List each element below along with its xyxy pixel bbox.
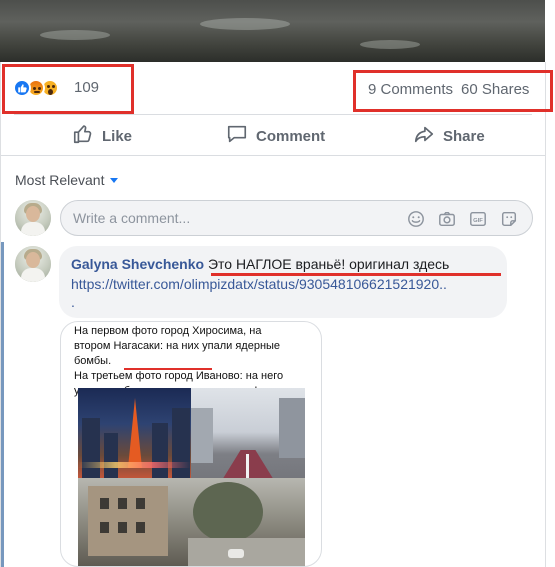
caption-line: бомбы. [74,355,112,367]
comment-bubble: Galyna Shevchenko Это НАГЛОЕ враньё! ори… [59,246,507,318]
caption-line: На третьем фото город Иваново: на него [74,370,284,382]
emoji-icon[interactable] [406,209,425,228]
comment-sort-dropdown[interactable]: Most Relevant [15,172,119,188]
svg-text:GIF: GIF [473,218,483,224]
photo-collage [78,388,305,566]
comment-text: Это НАГЛОЕ враньё! оригинал здесь [207,256,450,272]
comment-input[interactable] [73,201,393,235]
like-icon [13,79,31,97]
stats-highlight-box: 9 Comments 60 Shares [353,70,553,112]
avatar[interactable] [15,200,51,236]
share-label: Share [443,127,485,145]
comment-button[interactable]: Comment [226,123,325,149]
caption-line: втором Нагасаки: на них упали ядерные [74,340,281,352]
comment-label: Comment [256,127,326,145]
card-border [545,62,546,567]
camera-icon[interactable] [437,209,456,228]
comment-link[interactable]: https://twitter.com/olimpizdatx/status/9… [71,276,447,292]
comment-icon [226,123,248,149]
photo-old-town [78,478,305,566]
shares-count[interactable]: 60 Shares [461,81,529,98]
comments-count[interactable]: 9 Comments [368,81,453,98]
red-underline-annotation [124,368,212,370]
like-label: Like [102,127,133,145]
comment-input-box[interactable]: GIF [60,200,533,236]
comment-author-avatar[interactable] [15,246,51,282]
comments-section: Most Relevant GIF Galyna Shevchenko [1,155,545,567]
post-photo[interactable] [0,0,545,62]
comment-attached-image[interactable]: На первом фото город Хиросима, на втором… [60,321,322,567]
reaction-count[interactable]: 109 [74,79,99,96]
like-button[interactable]: Like [72,123,132,149]
share-button[interactable]: Share [413,123,485,149]
reaction-icons[interactable] [13,79,59,97]
thumbs-up-icon [72,123,94,149]
caret-down-icon [110,177,119,183]
comment-author-name[interactable]: Galyna Shevchenko [71,256,204,272]
comment-link-tail: . [71,294,75,310]
share-icon [413,123,435,149]
sticker-icon[interactable] [499,209,518,228]
caption-line: На первом фото город Хиросима, на [74,325,262,337]
thread-indicator [1,242,4,567]
sort-label: Most Relevant [15,172,105,188]
post-actions: Like Comment Share [0,115,545,155]
gif-icon[interactable]: GIF [468,209,487,228]
photo-city-night [78,388,191,478]
